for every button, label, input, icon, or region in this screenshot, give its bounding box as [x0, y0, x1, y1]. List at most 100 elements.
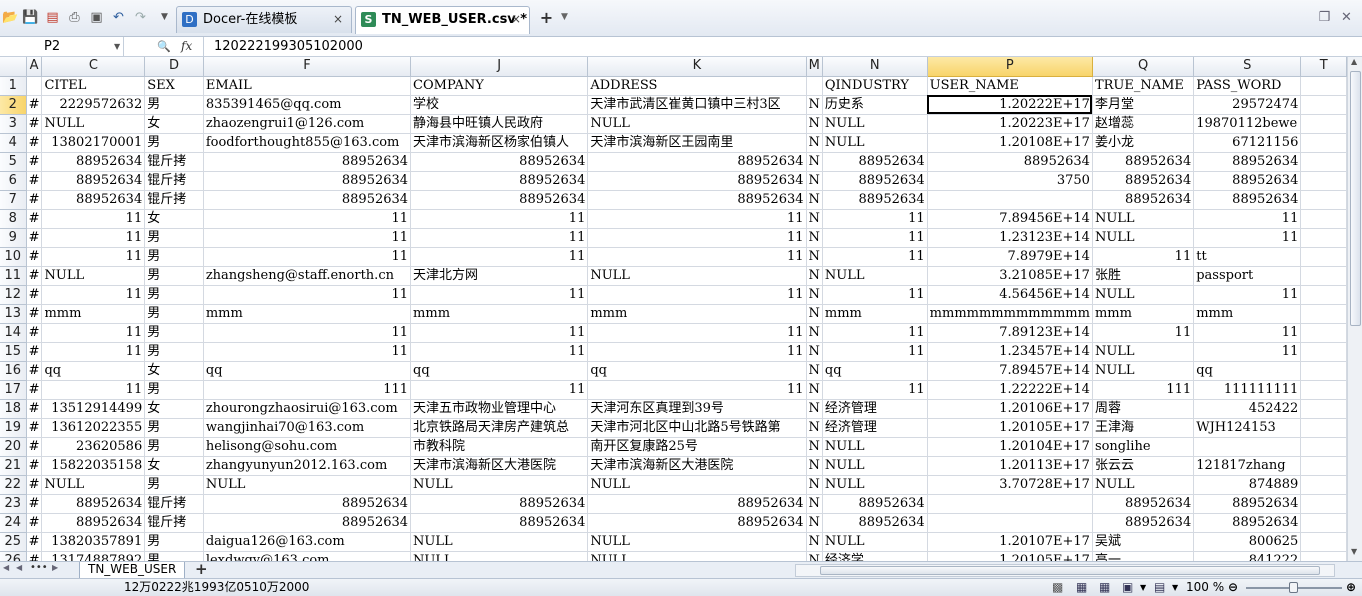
cell-j21[interactable]: 天津市滨海新区大港医院	[410, 456, 589, 476]
cell-a14[interactable]: #	[26, 323, 43, 343]
cell-m3[interactable]: N	[806, 114, 823, 134]
add-sheet-button[interactable]: +	[195, 560, 208, 578]
cell-d8[interactable]: 女	[144, 209, 204, 229]
cell-t23[interactable]	[1300, 494, 1347, 514]
cell-p22[interactable]: 3.70728E+17	[927, 475, 1093, 495]
cell-d5[interactable]: 锟斤拷	[144, 152, 204, 172]
cell-n22[interactable]: NULL	[822, 475, 928, 495]
cell-t26[interactable]	[1300, 551, 1347, 561]
reading-mode-icon[interactable]: ▤	[1154, 579, 1165, 596]
cell-p16[interactable]: 7.89457E+14	[927, 361, 1093, 381]
prev-sheet-icon[interactable]: ◀	[16, 563, 22, 572]
cell-k15[interactable]: 11	[587, 342, 807, 362]
cell-d13[interactable]: 男	[144, 304, 204, 324]
cell-s23[interactable]: 88952634	[1193, 494, 1302, 514]
cell-a17[interactable]: #	[26, 380, 43, 400]
cell-d3[interactable]: 女	[144, 114, 204, 134]
cell-c21[interactable]: 15822035158	[41, 456, 146, 476]
cell-j8[interactable]: 11	[410, 209, 589, 229]
cell-j22[interactable]: NULL	[410, 475, 589, 495]
cell-a16[interactable]: #	[26, 361, 43, 381]
cell-t20[interactable]	[1300, 437, 1347, 457]
cell-k20[interactable]: 南开区复康路25号	[587, 437, 807, 457]
cell-j11[interactable]: 天津北方网	[410, 266, 589, 286]
cell-c10[interactable]: 11	[41, 247, 146, 267]
cell-c5[interactable]: 88952634	[41, 152, 146, 172]
cell-d10[interactable]: 男	[144, 247, 204, 267]
cell-d16[interactable]: 女	[144, 361, 204, 381]
cell-k11[interactable]: NULL	[587, 266, 807, 286]
tab-csv-file[interactable]: S TN_WEB_USER.csv * ×	[355, 6, 530, 34]
cell-n3[interactable]: NULL	[822, 114, 928, 134]
cell-a2[interactable]: #	[26, 95, 43, 115]
cell-q11[interactable]: 张胜	[1092, 266, 1195, 286]
cell-n20[interactable]: NULL	[822, 437, 928, 457]
row-header[interactable]: 13	[0, 304, 27, 324]
cell-m12[interactable]: N	[806, 285, 823, 305]
restore-window-icon[interactable]: ❒	[1316, 9, 1333, 26]
cell-t25[interactable]	[1300, 532, 1347, 552]
cell-f20[interactable]: helisong@sohu.com	[203, 437, 412, 457]
cell-m6[interactable]: N	[806, 171, 823, 191]
cell-q16[interactable]: NULL	[1092, 361, 1195, 381]
row-header[interactable]: 14	[0, 323, 27, 343]
cell-a24[interactable]: #	[26, 513, 43, 533]
cell-s1[interactable]: PASS_WORD	[1193, 76, 1302, 96]
cell-a6[interactable]: #	[26, 171, 43, 191]
cell-q5[interactable]: 88952634	[1092, 152, 1195, 172]
column-header-k[interactable]: K	[587, 57, 807, 77]
cell-f18[interactable]: zhourongzhaosirui@163.com	[203, 399, 412, 419]
chevron-down-icon[interactable]: ▼	[114, 37, 120, 56]
cell-c8[interactable]: 11	[41, 209, 146, 229]
open-folder-icon[interactable]: 📂	[2, 9, 19, 26]
cell-c12[interactable]: 11	[41, 285, 146, 305]
cell-c15[interactable]: 11	[41, 342, 146, 362]
cell-f21[interactable]: zhangyunyun2012.163.com	[203, 456, 412, 476]
row-header[interactable]: 16	[0, 361, 27, 381]
cell-c16[interactable]: qq	[41, 361, 146, 381]
save-status-icon[interactable]: ▩	[1052, 579, 1063, 596]
zoom-out-icon[interactable]: ⊖	[1228, 579, 1238, 596]
cell-f17[interactable]: 111	[203, 380, 412, 400]
cell-j12[interactable]: 11	[410, 285, 589, 305]
close-icon[interactable]: ×	[333, 7, 343, 32]
cell-j23[interactable]: 88952634	[410, 494, 589, 514]
cell-q8[interactable]: NULL	[1092, 209, 1195, 229]
cell-f2[interactable]: 835391465@qq.com	[203, 95, 412, 115]
cell-n12[interactable]: 11	[822, 285, 928, 305]
cell-p7[interactable]	[927, 190, 1093, 210]
cell-c19[interactable]: 13612022355	[41, 418, 146, 438]
cell-a8[interactable]: #	[26, 209, 43, 229]
cell-k7[interactable]: 88952634	[587, 190, 807, 210]
cell-k14[interactable]: 11	[587, 323, 807, 343]
cell-n14[interactable]: 11	[822, 323, 928, 343]
row-header[interactable]: 1	[0, 76, 27, 96]
cell-s16[interactable]: qq	[1193, 361, 1302, 381]
cell-q7[interactable]: 88952634	[1092, 190, 1195, 210]
cell-a1[interactable]	[26, 76, 43, 96]
cell-q13[interactable]: mmm	[1092, 304, 1195, 324]
cell-t18[interactable]	[1300, 399, 1347, 419]
cell-p19[interactable]: 1.20105E+17	[927, 418, 1093, 438]
cell-c9[interactable]: 11	[41, 228, 146, 248]
cell-j25[interactable]: NULL	[410, 532, 589, 552]
cell-q14[interactable]: 11	[1092, 323, 1195, 343]
cell-c23[interactable]: 88952634	[41, 494, 146, 514]
cell-n15[interactable]: 11	[822, 342, 928, 362]
cell-m5[interactable]: N	[806, 152, 823, 172]
cell-s18[interactable]: 452422	[1193, 399, 1302, 419]
zoom-level[interactable]: 100 %	[1186, 579, 1224, 596]
cell-j5[interactable]: 88952634	[410, 152, 589, 172]
cell-a9[interactable]: #	[26, 228, 43, 248]
cell-n4[interactable]: NULL	[822, 133, 928, 153]
cell-s26[interactable]: 841222	[1193, 551, 1302, 561]
cell-m10[interactable]: N	[806, 247, 823, 267]
cell-m2[interactable]: N	[806, 95, 823, 115]
cell-c1[interactable]: CITEL	[41, 76, 146, 96]
cell-c26[interactable]: 13174887892	[41, 551, 146, 561]
cell-t10[interactable]	[1300, 247, 1347, 267]
column-header-f[interactable]: F	[203, 57, 412, 77]
cell-q6[interactable]: 88952634	[1092, 171, 1195, 191]
cell-t1[interactable]	[1300, 76, 1347, 96]
cell-j13[interactable]: mmm	[410, 304, 589, 324]
